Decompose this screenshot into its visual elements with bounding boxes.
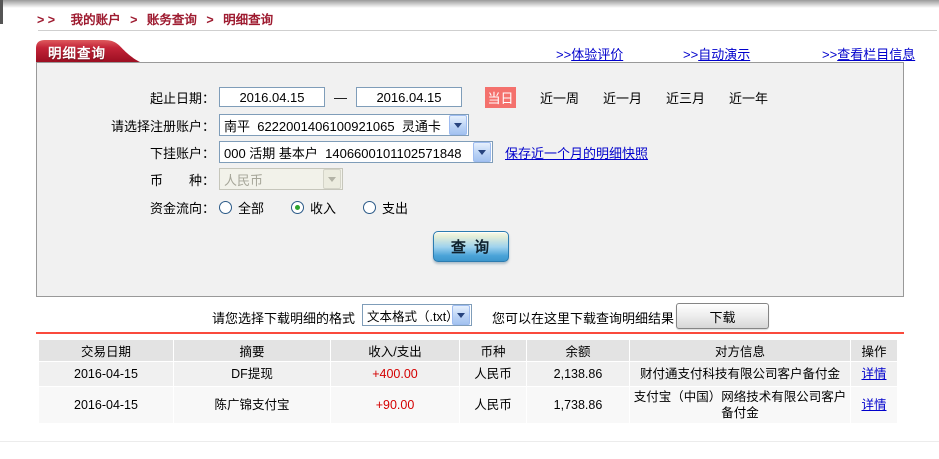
cell-counterparty: 财付通支付科技有限公司客户备付金: [630, 362, 850, 386]
download-format-select[interactable]: 文本格式（.txt）: [362, 304, 472, 326]
col-header-counterparty: 对方信息: [630, 340, 850, 361]
quick-range-month[interactable]: 近一月: [603, 88, 642, 107]
radio-label[interactable]: 支出: [382, 198, 408, 217]
currency-row: 币 种： 人民币: [37, 168, 343, 190]
cell-date: 2016-04-15: [39, 387, 173, 423]
registered-account-row: 请选择注册账户： 南平 6222001406100921065 灵通卡: [37, 114, 469, 136]
details-query-page: > > 我的账户 > 账务查询 > 明细查询 明细查询 >>体验评价 >>自动演…: [0, 0, 939, 459]
radio-icon[interactable]: [363, 200, 377, 214]
cell-currency: 人民币: [460, 362, 526, 386]
top-gradient-band: [0, 0, 939, 8]
cell-currency: 人民币: [460, 387, 526, 423]
table-top-divider: [36, 332, 904, 334]
radio-flow-income[interactable]: 收入: [291, 198, 336, 217]
radio-label[interactable]: 全部: [238, 198, 264, 217]
col-header-currency: 币种: [460, 340, 526, 361]
breadcrumb-item-account-query[interactable]: 账务查询: [147, 13, 197, 27]
download-format-label: 请您选择下载明细的格式: [211, 311, 355, 326]
link-prefix: >>: [683, 47, 699, 62]
date-from-input[interactable]: [219, 87, 325, 107]
fund-flow-row: 资金流向： 全部 收入 支出: [37, 196, 435, 218]
date-to-input[interactable]: [356, 87, 462, 107]
save-monthly-snapshot-link[interactable]: 保存近一个月的明细快照: [505, 143, 648, 162]
quick-range-year[interactable]: 近一年: [729, 88, 768, 107]
radio-icon[interactable]: [219, 200, 232, 214]
registered-account-select[interactable]: 南平 6222001406100921065 灵通卡: [219, 114, 469, 136]
currency-value: 人民币: [224, 172, 264, 188]
cell-amount: +400.00: [331, 362, 459, 386]
cell-summary: DF提现: [174, 362, 330, 386]
table-row: 2016-04-15 DF提现 +400.00 人民币 2,138.86 财付通…: [39, 362, 897, 386]
footer-divider: [0, 441, 939, 442]
chevron-down-icon: [449, 115, 467, 135]
link-prefix: >>: [556, 47, 572, 62]
sub-account-value: 000 活期 基本户 1406600101102571848: [224, 145, 462, 161]
breadcrumb-item-my-accounts[interactable]: 我的账户: [71, 13, 121, 27]
radio-flow-all[interactable]: 全部: [219, 198, 264, 217]
download-result-label: 您可以在这里下载查询明细结果: [492, 311, 675, 326]
detail-link[interactable]: 详情: [861, 398, 886, 412]
col-header-balance: 余额: [527, 340, 629, 361]
date-separator: —: [334, 89, 347, 105]
registered-account-value: 南平 6222001406100921065 灵通卡: [224, 118, 441, 134]
quick-range-today[interactable]: 当日: [485, 86, 516, 108]
breadcrumb-separator: >: [130, 13, 138, 27]
quick-range-quarter[interactable]: 近三月: [666, 88, 705, 107]
top-left-edge: [0, 0, 3, 24]
sub-account-select[interactable]: 000 活期 基本户 1406600101102571848: [219, 141, 493, 163]
link-auto-demo[interactable]: >>自动演示: [683, 44, 750, 63]
link-experience-review[interactable]: >>体验评价: [556, 44, 623, 63]
radio-icon[interactable]: [291, 200, 305, 214]
breadcrumb-separator: >: [206, 13, 214, 27]
chevron-down-icon: [473, 142, 491, 162]
col-header-amount: 收入/支出: [331, 340, 459, 361]
radio-flow-expense[interactable]: 支出: [363, 198, 408, 217]
detail-link[interactable]: 详情: [861, 367, 886, 381]
sub-account-label: 下挂账户：: [149, 145, 215, 161]
table-header-row: 交易日期 摘要 收入/支出 币种 余额 对方信息 操作: [39, 340, 897, 361]
table-row: 2016-04-15 陈广锦支付宝 +90.00 人民币 1,738.86 支付…: [39, 387, 897, 423]
cell-balance: 2,138.86: [527, 362, 629, 386]
registered-account-label: 请选择注册账户：: [110, 118, 215, 134]
currency-label: 币 种：: [149, 172, 215, 188]
breadcrumb-prefix: > >: [37, 13, 56, 27]
date-range-label: 起止日期：: [149, 90, 215, 106]
download-button[interactable]: 下载: [676, 303, 769, 329]
fund-flow-options: 全部 收入 支出: [219, 198, 435, 217]
chevron-down-icon: [452, 305, 470, 325]
link-prefix: >>: [822, 47, 838, 62]
transactions-table: 交易日期 摘要 收入/支出 币种 余额 对方信息 操作 2016-04-15 D…: [38, 339, 898, 424]
col-header-action: 操作: [851, 340, 897, 361]
breadcrumb-item-details-query[interactable]: 明细查询: [223, 13, 273, 27]
currency-select: 人民币: [219, 168, 343, 190]
fund-flow-label: 资金流向：: [149, 200, 215, 216]
cell-balance: 1,738.86: [527, 387, 629, 423]
breadcrumb: > > 我的账户 > 账务查询 > 明细查询: [37, 9, 273, 28]
download-format-value: 文本格式（.txt）: [367, 309, 451, 324]
cell-date: 2016-04-15: [39, 362, 173, 386]
header-divider: [38, 30, 937, 31]
query-button[interactable]: 查 询: [433, 231, 509, 262]
chevron-down-icon: [323, 169, 341, 189]
tab-details-query[interactable]: 明细查询: [36, 39, 140, 62]
quick-range-week[interactable]: 近一周: [540, 88, 579, 107]
col-header-summary: 摘要: [174, 340, 330, 361]
cell-counterparty: 支付宝（中国）网络技术有限公司客户备付金: [630, 387, 850, 423]
link-view-column-info[interactable]: >>查看栏目信息: [822, 44, 915, 63]
radio-label[interactable]: 收入: [310, 198, 336, 217]
sub-account-row: 下挂账户： 000 活期 基本户 1406600101102571848 保存近…: [37, 141, 648, 163]
date-range-row: 起止日期： — 当日 近一周 近一月 近三月 近一年: [37, 86, 768, 108]
cell-summary: 陈广锦支付宝: [174, 387, 330, 423]
col-header-date: 交易日期: [39, 340, 173, 361]
tab-label: 明细查询: [48, 46, 106, 61]
cell-amount: +90.00: [331, 387, 459, 423]
